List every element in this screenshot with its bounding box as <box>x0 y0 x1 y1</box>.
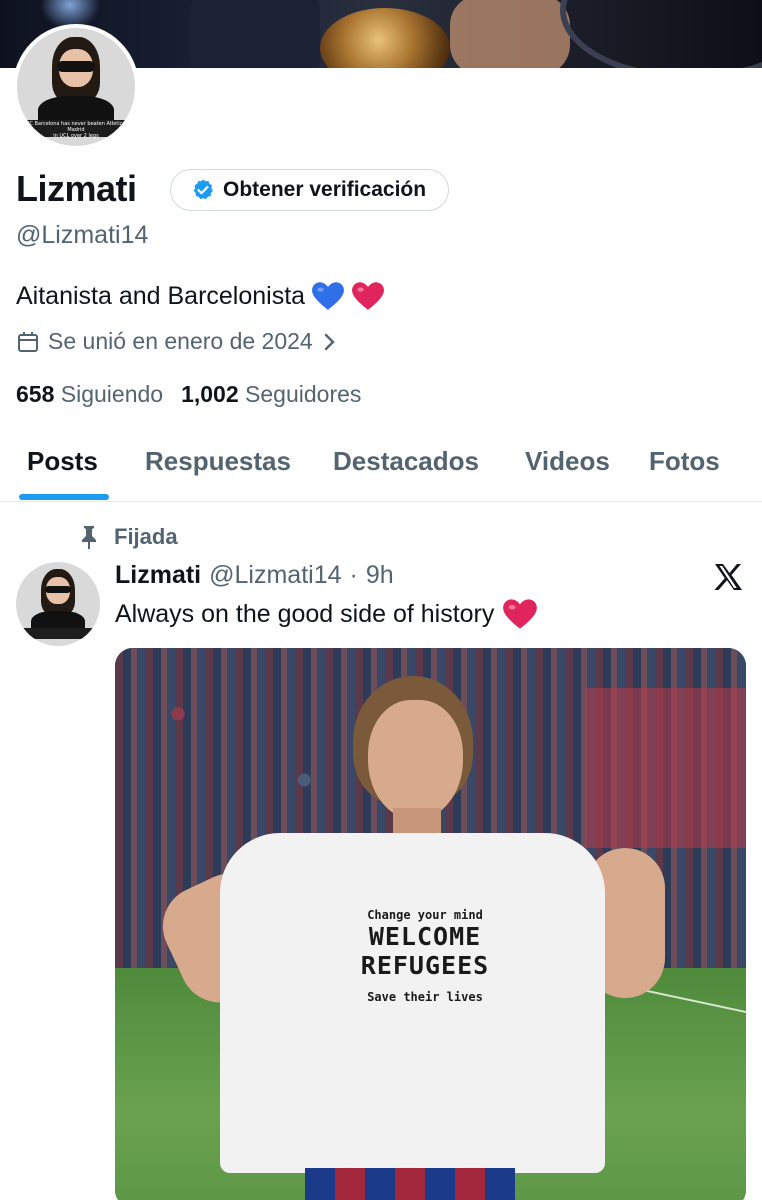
banner-decoration <box>560 0 762 68</box>
tab-videos[interactable]: Videos <box>525 446 610 477</box>
profile-bio: Aitanista and Barcelonista <box>16 281 385 311</box>
bio-text: Aitanista and Barcelonista <box>16 281 306 310</box>
red-heart-icon <box>503 599 538 629</box>
post-separator: · <box>349 561 358 589</box>
tab-replies[interactable]: Respuestas <box>145 446 291 477</box>
joined-label: Se unió en enero de 2024 <box>48 328 313 354</box>
banner-trophy <box>320 8 450 68</box>
red-heart-icon <box>352 282 384 310</box>
profile-joined-date[interactable]: Se unió en enero de 2024 <box>16 328 339 355</box>
tab-highlights[interactable]: Destacados <box>333 446 479 477</box>
pinned-indicator: Fijada <box>78 524 178 550</box>
profile-tabs: Posts Respuestas Destacados Videos Fotos <box>0 430 762 502</box>
image-shirt-text: Change your mind WELCOME REFUGEES Save t… <box>360 908 490 1004</box>
post-body: Always on the good side of history <box>115 599 495 628</box>
get-verified-label: Obtener verificación <box>223 178 427 201</box>
profile-avatar[interactable]: FC Barcelona has never beaten Atletico M… <box>13 24 139 150</box>
post-image[interactable]: Change your mind WELCOME REFUGEES Save t… <box>115 648 746 1200</box>
avatar-caption: FC Barcelona has never beaten Atletico M… <box>24 120 128 139</box>
get-verified-button[interactable]: Obtener verificación <box>170 169 450 211</box>
profile-stats: 658 Siguiendo 1,002 Seguidores <box>16 381 361 408</box>
active-tab-indicator <box>19 494 109 500</box>
pinned-label: Fijada <box>114 524 178 549</box>
post-author-name[interactable]: Lizmati <box>115 561 201 590</box>
x-logo-icon[interactable] <box>712 561 744 593</box>
followers-link[interactable]: 1,002 Seguidores <box>181 381 361 408</box>
profile-handle: @Lizmati14 <box>16 221 149 249</box>
pin-icon <box>82 526 96 549</box>
tab-posts[interactable]: Posts <box>27 446 98 477</box>
following-count: 658 <box>16 381 55 407</box>
post-author-avatar[interactable] <box>16 562 100 646</box>
avatar-image: FC Barcelona has never beaten Atletico M… <box>17 28 135 146</box>
calendar-icon <box>18 331 38 352</box>
profile-display-name: Lizmati <box>16 168 137 209</box>
post-time[interactable]: 9h <box>366 561 394 590</box>
banner-arm <box>450 0 570 68</box>
following-link[interactable]: 658 Siguiendo <box>16 381 163 408</box>
banner-figure <box>190 0 320 68</box>
tab-photos[interactable]: Fotos <box>649 446 720 477</box>
post-avatar-image <box>16 562 100 646</box>
followers-label: Seguidores <box>245 381 362 407</box>
followers-count: 1,002 <box>181 381 239 407</box>
post-author-handle[interactable]: @Lizmati14 <box>209 561 341 590</box>
blue-heart-icon <box>312 282 344 310</box>
following-label: Siguiendo <box>60 381 164 407</box>
verified-badge-icon <box>193 179 213 200</box>
post-header: Lizmati @Lizmati14 · 9h <box>115 561 394 590</box>
chevron-right-icon <box>324 333 335 350</box>
post-text: Always on the good side of history <box>115 598 538 630</box>
